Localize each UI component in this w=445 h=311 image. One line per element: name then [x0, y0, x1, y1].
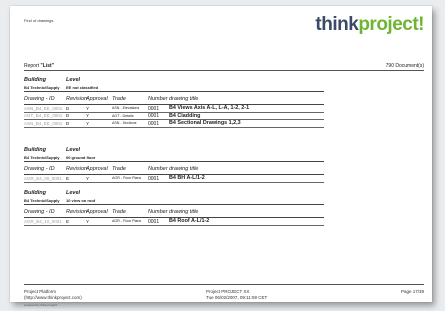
header-divider — [24, 70, 424, 71]
table-row: ASN_B4_EE_0001 D Y ASN - Elevations 0001… — [24, 105, 324, 113]
level-value: 10 view on roof — [66, 198, 96, 203]
building-level-group: Building Level B4 Technic/Supply 00 grou… — [24, 147, 324, 183]
table-header: Drawing - ID Revision Approval Trade Num… — [24, 95, 324, 105]
table-row: AGR_B4_10_0001 E Y AGR - Floor Plans 000… — [24, 218, 324, 226]
table-row: AGR_B4_00_0001 E Y AGR - Floor Plans 000… — [24, 175, 324, 183]
level-header: Level — [66, 190, 81, 196]
level-value: 00 ground floor — [66, 155, 96, 160]
building-value: B4 Technic/Supply — [24, 198, 60, 203]
drawing-id[interactable]: AGR_B4_00_0001 — [24, 176, 62, 181]
document-count: 790 Document(s) — [385, 63, 424, 69]
footer-powered-by: powered by think project! — [24, 303, 58, 307]
document-page: Find of drawings thinkproject! Report "L… — [10, 6, 432, 307]
level-header: Level — [66, 77, 81, 83]
thinkproject-logo: thinkproject! — [315, 14, 424, 35]
footer-page-number: Page 17/39 — [400, 289, 424, 294]
table-header: Drawing - ID Revision Approval Trade Num… — [24, 208, 324, 218]
footer-url[interactable]: (http://www.thinkproject.com) — [24, 295, 82, 300]
drawing-id[interactable]: ASN_B4_EE_0001 — [24, 121, 62, 126]
building-value: B4 Technic/Supply — [24, 85, 60, 90]
footer-platform: Project Platform — [24, 289, 57, 294]
building-level-group: Building Level B4 Technic/Supply 10 view… — [24, 190, 324, 226]
drawing-id[interactable]: AGT_B4_EE_0001 — [24, 113, 62, 118]
building-header: Building — [24, 77, 46, 83]
building-header: Building — [24, 147, 46, 153]
level-value: EE not classified — [66, 85, 99, 90]
table-row: AGT_B4_EE_0001 D Y AGT - Details 0001 B4… — [24, 113, 324, 120]
footer-divider — [24, 284, 424, 285]
drawing-id[interactable]: AGR_B4_10_0001 — [24, 219, 62, 224]
document-header-title: Find of drawings — [24, 18, 54, 23]
drawing-id[interactable]: ASN_B4_EE_0001 — [24, 106, 62, 111]
building-value: B4 Technic/Supply — [24, 155, 60, 160]
footer-date: Tue 06/02/2007, 09:11:59 CET — [206, 295, 268, 300]
table-row: ASN_B4_EE_0001 D Y ASN - Sections 0001 B… — [24, 120, 324, 128]
report-label: Report "List" — [24, 63, 55, 69]
table-header: Drawing - ID Revision Approval Trade Num… — [24, 165, 324, 175]
level-header: Level — [66, 147, 81, 153]
building-level-group: Building Level B4 Technic/Supply EE not … — [24, 77, 324, 128]
footer-project: Project PROJECT XX — [206, 289, 250, 294]
building-header: Building — [24, 190, 46, 196]
